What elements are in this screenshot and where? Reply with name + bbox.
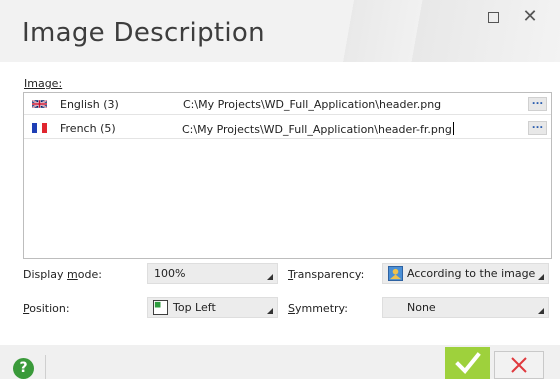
transparency-icon	[388, 266, 403, 281]
dropdown-arrow-icon	[267, 308, 273, 314]
window-title: Image Description	[22, 18, 265, 48]
display-mode-select[interactable]: 100%	[147, 263, 278, 284]
browse-button[interactable]: ...	[528, 121, 547, 135]
cancel-button[interactable]	[494, 351, 544, 379]
symmetry-label: Symmetry:	[288, 302, 348, 315]
browse-button[interactable]: ...	[528, 97, 547, 111]
language-label: English (3)	[60, 98, 119, 111]
dropdown-arrow-icon	[538, 308, 544, 314]
image-list[interactable]: English (3) C:\My Projects\WD_Full_Appli…	[23, 92, 552, 259]
image-label: Image:	[24, 77, 63, 90]
france-flag-icon	[32, 123, 47, 133]
cross-icon	[511, 357, 527, 373]
transparency-label: Transparency:	[288, 268, 365, 281]
dropdown-arrow-icon	[538, 274, 544, 280]
top-left-icon	[153, 300, 168, 315]
maximize-icon	[487, 11, 499, 23]
symmetry-select[interactable]: None	[382, 297, 549, 318]
display-mode-label: Display mode:	[23, 268, 102, 281]
position-label: Position:	[23, 302, 70, 315]
text-caret	[452, 122, 454, 135]
close-button[interactable]: ✕	[515, 6, 545, 28]
help-button[interactable]: ?	[13, 358, 34, 379]
title-bar: Image Description ✕	[0, 0, 560, 62]
close-icon: ✕	[522, 6, 538, 27]
dropdown-arrow-icon	[267, 274, 273, 280]
image-path-field[interactable]: C:\My Projects\WD_Full_Application\heade…	[182, 122, 454, 136]
checkmark-icon	[455, 352, 481, 374]
ok-button[interactable]	[445, 347, 490, 379]
transparency-select[interactable]: According to the image	[382, 263, 549, 284]
image-path-field[interactable]: C:\My Projects\WD_Full_Application\heade…	[183, 98, 441, 111]
position-select[interactable]: Top Left	[147, 297, 278, 318]
footer-divider	[45, 355, 46, 379]
maximize-button[interactable]	[478, 6, 508, 28]
image-row-french[interactable]: French (5) C:\My Projects\WD_Full_Applic…	[24, 118, 551, 139]
language-label: French (5)	[60, 122, 116, 135]
uk-flag-icon	[32, 99, 47, 109]
image-row-english[interactable]: English (3) C:\My Projects\WD_Full_Appli…	[24, 94, 551, 115]
